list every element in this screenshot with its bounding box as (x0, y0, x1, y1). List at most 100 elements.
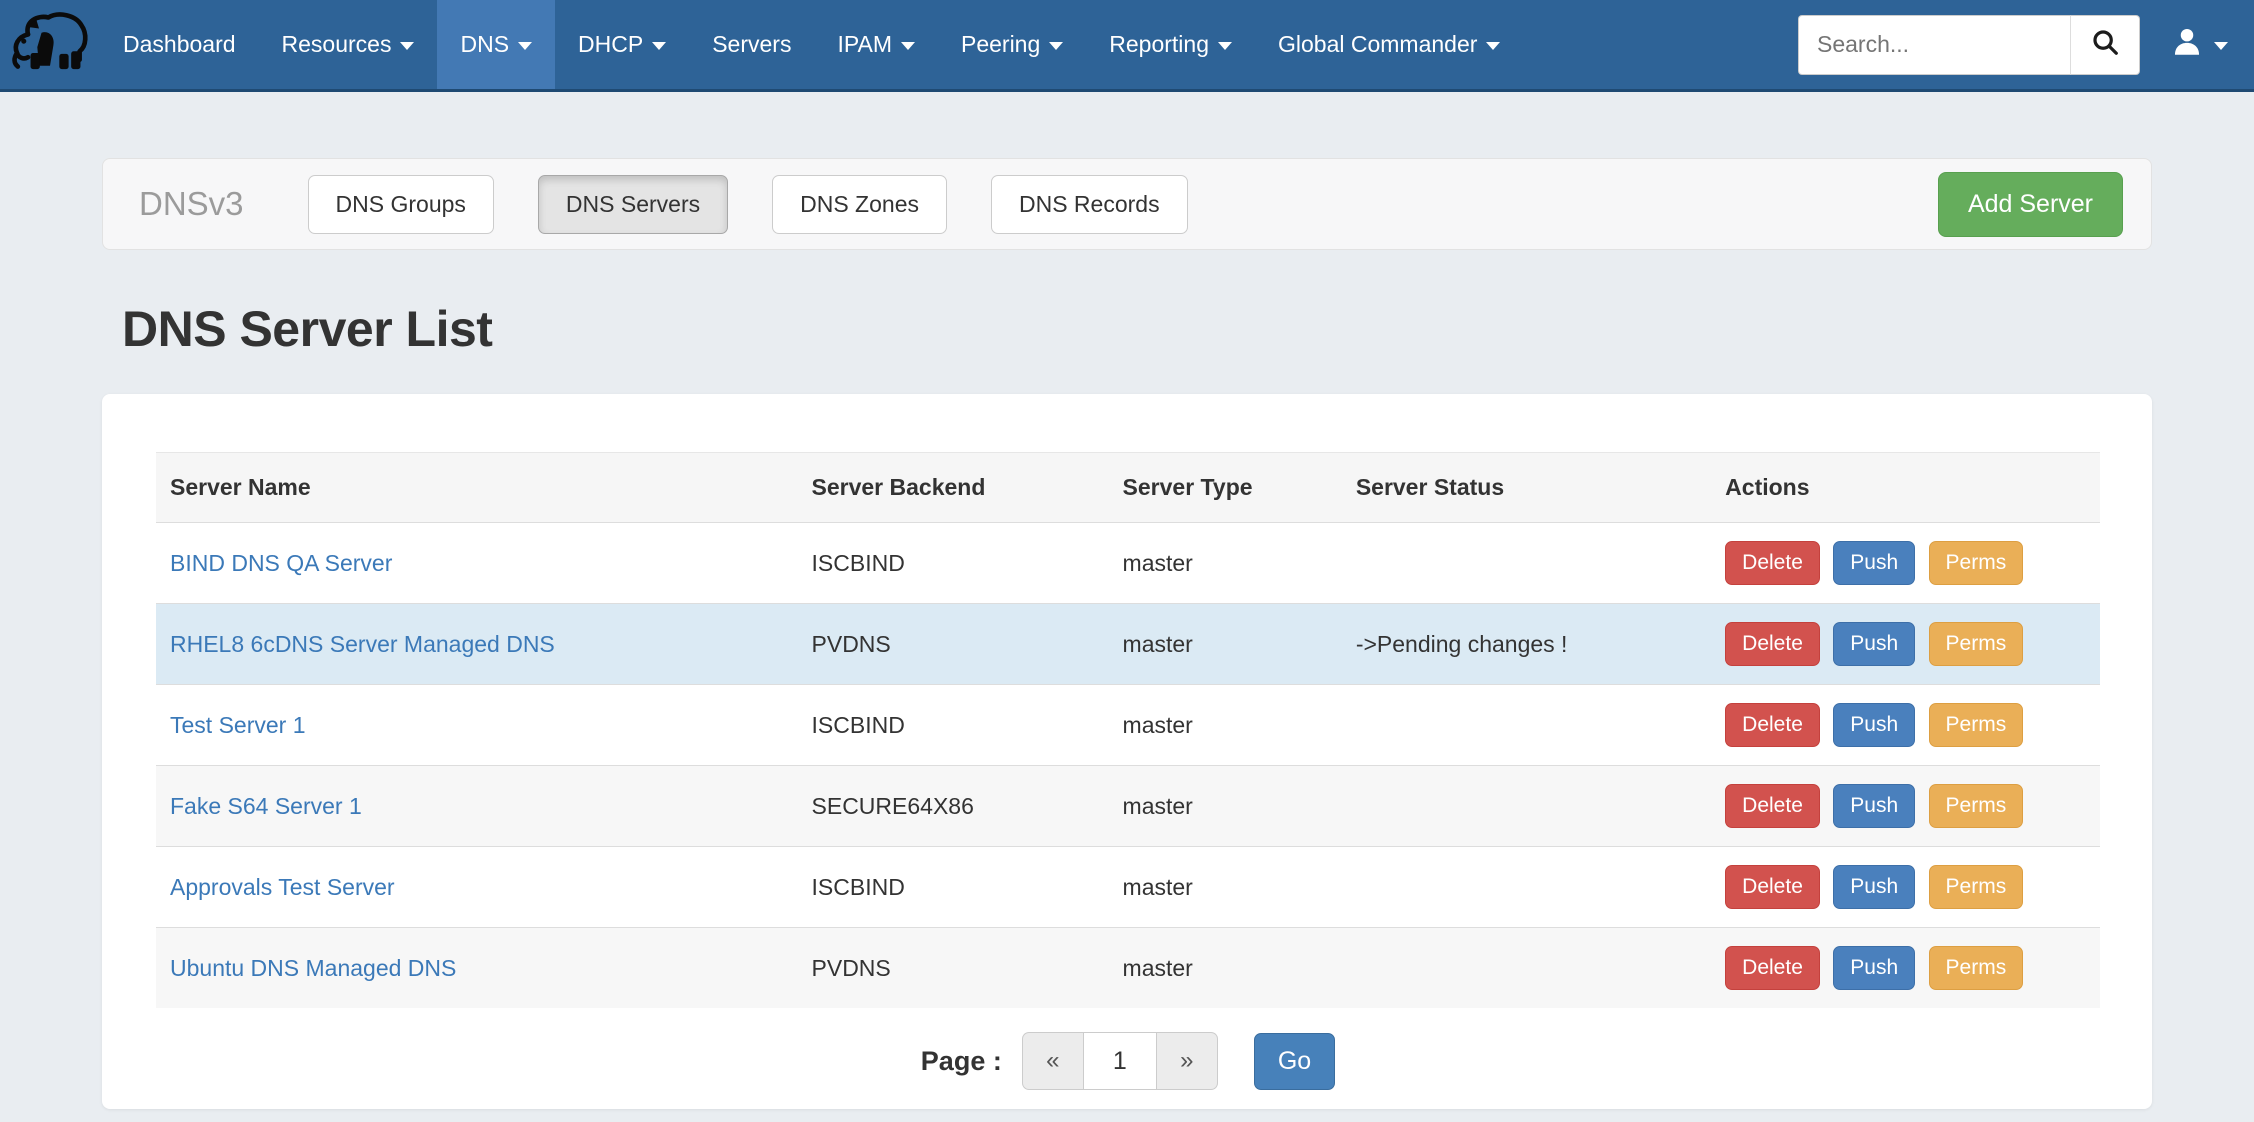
server-type-cell: master (1109, 766, 1342, 847)
chevron-down-icon (1218, 42, 1232, 50)
push-button[interactable]: Push (1833, 703, 1915, 747)
nav-item-servers[interactable]: Servers (689, 0, 814, 89)
perms-button[interactable]: Perms (1929, 946, 2024, 990)
push-button[interactable]: Push (1833, 946, 1915, 990)
page-number-input[interactable] (1083, 1032, 1157, 1090)
server-status-cell (1342, 685, 1711, 766)
go-button[interactable]: Go (1254, 1033, 1335, 1090)
server-list-card: Server Name Server Backend Server Type S… (102, 394, 2152, 1109)
nav-item-global-commander[interactable]: Global Commander (1255, 0, 1523, 89)
server-backend-cell: ISCBIND (798, 523, 1109, 604)
perms-button[interactable]: Perms (1929, 541, 2024, 585)
search-icon (2090, 27, 2120, 62)
server-name-link[interactable]: Fake S64 Server 1 (170, 793, 362, 819)
push-button[interactable]: Push (1833, 541, 1915, 585)
nav-label: Resources (282, 31, 392, 58)
dnsv3-toolbar: DNSv3 DNS Groups DNS Servers DNS Zones D… (102, 158, 2152, 250)
perms-button[interactable]: Perms (1929, 703, 2024, 747)
user-menu[interactable] (2170, 25, 2228, 64)
chevron-down-icon (518, 42, 532, 50)
nav-label: DHCP (578, 31, 643, 58)
delete-button[interactable]: Delete (1725, 946, 1820, 990)
nav-label: Global Commander (1278, 31, 1477, 58)
server-table: Server Name Server Backend Server Type S… (156, 452, 2100, 1008)
table-row: BIND DNS QA Server ISCBIND master Delete… (156, 523, 2100, 604)
chevron-down-icon (1486, 42, 1500, 50)
server-backend-cell: PVDNS (798, 604, 1109, 685)
server-type-cell: master (1109, 685, 1342, 766)
server-name-link[interactable]: Approvals Test Server (170, 874, 395, 900)
table-header-row: Server Name Server Backend Server Type S… (156, 453, 2100, 523)
search-input[interactable] (1798, 15, 2070, 75)
nav-item-dashboard[interactable]: Dashboard (100, 0, 259, 89)
server-backend-cell: PVDNS (798, 928, 1109, 1009)
server-name-link[interactable]: Ubuntu DNS Managed DNS (170, 955, 456, 981)
tab-dns-records[interactable]: DNS Records (991, 175, 1188, 234)
nav-label: DNS (460, 31, 509, 58)
nav-item-dhcp[interactable]: DHCP (555, 0, 689, 89)
page-label: Page : (921, 1046, 1002, 1077)
nav-item-resources[interactable]: Resources (259, 0, 438, 89)
server-status-cell (1342, 523, 1711, 604)
col-header-server-name: Server Name (156, 453, 798, 523)
chevron-down-icon (652, 42, 666, 50)
nav-label: Reporting (1109, 31, 1209, 58)
nav-label: Peering (961, 31, 1040, 58)
tab-dns-zones[interactable]: DNS Zones (772, 175, 947, 234)
server-name-link[interactable]: Test Server 1 (170, 712, 306, 738)
server-backend-cell: ISCBIND (798, 685, 1109, 766)
table-row: Fake S64 Server 1 SECURE64X86 master Del… (156, 766, 2100, 847)
col-header-server-status: Server Status (1342, 453, 1711, 523)
server-status-cell (1342, 766, 1711, 847)
col-header-actions: Actions (1711, 453, 2100, 523)
table-row: Approvals Test Server ISCBIND master Del… (156, 847, 2100, 928)
page-title: DNS Server List (122, 300, 2152, 358)
chevron-down-icon (2214, 42, 2228, 50)
nav-item-ipam[interactable]: IPAM (814, 0, 938, 89)
dnsv3-brand: DNSv3 (139, 185, 244, 223)
nav-label: IPAM (837, 31, 892, 58)
server-status-cell (1342, 928, 1711, 1009)
add-server-button[interactable]: Add Server (1938, 172, 2123, 237)
delete-button[interactable]: Delete (1725, 865, 1820, 909)
prev-page-button[interactable]: « (1022, 1032, 1083, 1090)
mammoth-logo-icon (7, 9, 93, 80)
user-icon (2170, 25, 2204, 64)
push-button[interactable]: Push (1833, 784, 1915, 828)
navbar-right (1798, 0, 2254, 89)
delete-button[interactable]: Delete (1725, 622, 1820, 666)
nav-label: Dashboard (123, 31, 236, 58)
server-name-link[interactable]: BIND DNS QA Server (170, 550, 392, 576)
delete-button[interactable]: Delete (1725, 541, 1820, 585)
table-row: Test Server 1 ISCBIND master Delete Push… (156, 685, 2100, 766)
server-status-cell: ->Pending changes ! (1342, 604, 1711, 685)
tab-dns-servers[interactable]: DNS Servers (538, 175, 728, 234)
pagination: Page : « » Go (156, 1032, 2100, 1090)
chevron-down-icon (1049, 42, 1063, 50)
push-button[interactable]: Push (1833, 622, 1915, 666)
server-type-cell: master (1109, 847, 1342, 928)
search-group (1798, 15, 2140, 75)
push-button[interactable]: Push (1833, 865, 1915, 909)
main-container: DNSv3 DNS Groups DNS Servers DNS Zones D… (102, 158, 2152, 1109)
main-nav: Dashboard Resources DNS DHCP Servers IPA… (100, 0, 1523, 89)
nav-item-reporting[interactable]: Reporting (1086, 0, 1255, 89)
nav-label: Servers (712, 31, 791, 58)
perms-button[interactable]: Perms (1929, 622, 2024, 666)
server-type-cell: master (1109, 604, 1342, 685)
delete-button[interactable]: Delete (1725, 703, 1820, 747)
table-row: Ubuntu DNS Managed DNS PVDNS master Dele… (156, 928, 2100, 1009)
perms-button[interactable]: Perms (1929, 784, 2024, 828)
search-button[interactable] (2070, 15, 2140, 75)
server-type-cell: master (1109, 523, 1342, 604)
nav-item-peering[interactable]: Peering (938, 0, 1086, 89)
nav-item-dns[interactable]: DNS (437, 0, 555, 89)
next-page-button[interactable]: » (1157, 1032, 1218, 1090)
delete-button[interactable]: Delete (1725, 784, 1820, 828)
app-logo[interactable] (0, 0, 100, 89)
perms-button[interactable]: Perms (1929, 865, 2024, 909)
server-backend-cell: ISCBIND (798, 847, 1109, 928)
col-header-server-type: Server Type (1109, 453, 1342, 523)
tab-dns-groups[interactable]: DNS Groups (308, 175, 494, 234)
server-name-link[interactable]: RHEL8 6cDNS Server Managed DNS (170, 631, 555, 657)
